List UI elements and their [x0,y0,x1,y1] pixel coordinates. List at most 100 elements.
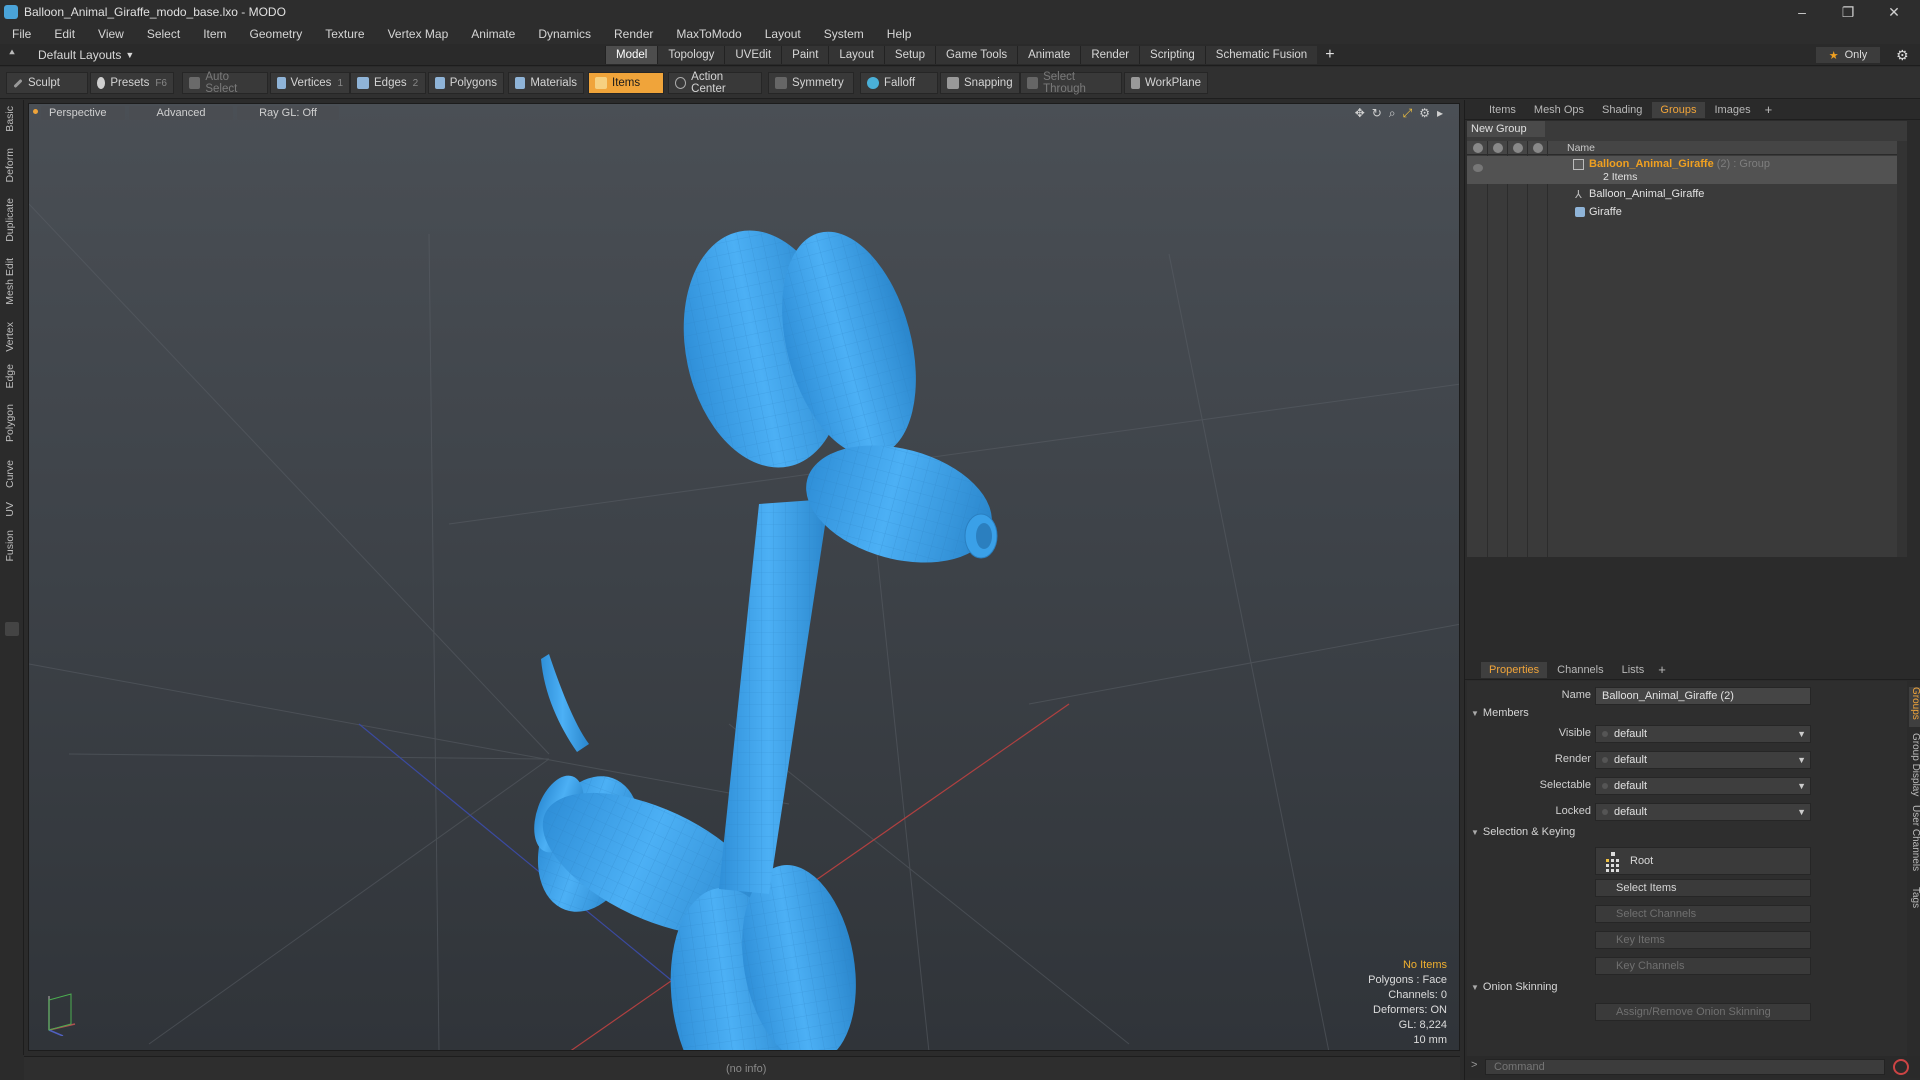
left-tab-edge[interactable]: Edge [4,364,20,389]
tab-items[interactable]: Items [1481,102,1524,118]
left-tab-uv[interactable]: UV [4,502,20,517]
maximize-button[interactable]: ❐ [1826,0,1870,24]
visibility-column-eye-icon[interactable] [1473,143,1483,153]
menu-edit[interactable]: Edit [54,27,75,41]
presets-button[interactable]: Presets F6 [90,72,174,94]
name-field[interactable]: Balloon_Animal_Giraffe (2) [1595,687,1811,705]
menu-dynamics[interactable]: Dynamics [538,27,591,41]
list-item[interactable]: ⅄ Balloon_Animal_Giraffe [1467,185,1907,203]
minimize-button[interactable]: – [1780,0,1824,24]
tab-scripting[interactable]: Scripting [1139,46,1205,64]
gear-icon[interactable]: ⚙ [1896,47,1909,64]
tab-images[interactable]: Images [1707,102,1759,118]
side-tab-group-display[interactable]: Group Display [1909,733,1920,796]
only-button[interactable]: ★ Only [1816,47,1880,63]
tab-groups[interactable]: Groups [1652,101,1705,118]
root-button[interactable]: Root [1595,847,1811,875]
key-channels-button[interactable]: Key Channels [1595,957,1811,975]
tab-paint[interactable]: Paint [781,46,829,64]
materials-button[interactable]: Materials [508,72,584,94]
layout-arrow-icon[interactable]: ⯅ [8,48,20,60]
tab-schematic-fusion[interactable]: Schematic Fusion [1204,46,1318,64]
members-section[interactable]: ▼ Members [1471,707,1529,719]
advanced-dropdown[interactable]: Advanced [129,106,233,120]
edges-button[interactable]: Edges 2 [350,72,426,94]
locked-dropdown[interactable]: default ▼ [1595,803,1811,821]
select-through-button[interactable]: Select Through [1020,71,1122,95]
menu-system[interactable]: System [824,27,864,41]
list-item[interactable]: Giraffe [1467,203,1907,221]
group-row-balloon-animal-giraffe[interactable]: Balloon_Animal_Giraffe (2) : Group 2 Ite… [1467,156,1907,184]
tab-setup[interactable]: Setup [883,46,935,64]
perspective-dropdown[interactable]: Perspective [41,106,125,120]
action-center-button[interactable]: Action Center [668,71,762,95]
eye-icon[interactable] [1473,164,1483,172]
tab-animate[interactable]: Animate [1017,46,1081,64]
assign-onion-skinning-button[interactable]: Assign/Remove Onion Skinning [1595,1003,1811,1021]
menu-item[interactable]: Item [203,27,226,41]
left-tab-deform[interactable]: Deform [4,148,20,182]
render-column-icon[interactable] [1493,143,1503,153]
rotate-view-icon[interactable]: ↻ [1372,106,1382,121]
balloon-giraffe-mesh[interactable] [520,215,1005,1051]
fit-view-icon[interactable]: ⤢ [1403,106,1413,121]
tab-properties[interactable]: Properties [1481,661,1548,678]
select-items-button[interactable]: Select Items [1595,879,1811,897]
menu-geometry[interactable]: Geometry [250,27,303,41]
tab-mesh-ops[interactable]: Mesh Ops [1526,102,1592,118]
tab-shading[interactable]: Shading [1594,102,1650,118]
add-panel-tab-icon[interactable]: + [1765,102,1773,117]
move-view-icon[interactable]: ✥ [1355,106,1365,121]
sculpt-button[interactable]: Sculpt [6,72,88,94]
onion-skinning-section[interactable]: ▼ Onion Skinning [1471,981,1558,993]
menu-file[interactable]: File [12,27,31,41]
polygons-button[interactable]: Polygons [428,72,504,94]
menu-texture[interactable]: Texture [325,27,364,41]
side-tab-user-channels[interactable]: User Channels [1909,805,1920,871]
groups-scrollbar[interactable] [1897,141,1907,557]
toggle-panel-icon[interactable] [5,622,19,636]
snapping-button[interactable]: Snapping [940,72,1020,94]
left-tab-duplicate[interactable]: Duplicate [4,198,20,242]
menu-layout[interactable]: Layout [765,27,801,41]
left-tab-curve[interactable]: Curve [4,460,20,488]
menu-help[interactable]: Help [887,27,912,41]
menu-select[interactable]: Select [147,27,180,41]
tab-layout[interactable]: Layout [828,46,884,64]
tab-uvedit[interactable]: UVEdit [724,46,782,64]
raygl-dropdown[interactable]: Ray GL: Off [237,106,339,120]
zoom-view-icon[interactable]: ⌕ [1389,106,1396,121]
menu-render[interactable]: Render [614,27,653,41]
key-items-button[interactable]: Key Items [1595,931,1811,949]
render-dropdown[interactable]: default ▼ [1595,751,1811,769]
left-tab-fusion[interactable]: Fusion [4,530,20,562]
tab-channels[interactable]: Channels [1549,662,1611,678]
selection-keying-section[interactable]: ▼ Selection & Keying [1471,826,1575,838]
select-column-icon[interactable] [1513,143,1523,153]
menu-view[interactable]: View [98,27,124,41]
items-button[interactable]: Items [588,72,664,94]
side-tab-groups[interactable]: Groups [1909,687,1920,727]
tab-topology[interactable]: Topology [657,46,725,64]
visible-dropdown[interactable]: default ▼ [1595,725,1811,743]
selectable-dropdown[interactable]: default ▼ [1595,777,1811,795]
viewport-expand-icon[interactable]: ▸ [1437,106,1443,121]
record-macro-icon[interactable] [1893,1059,1909,1075]
viewport-settings-icon[interactable]: ⚙ [1419,106,1430,121]
tab-render[interactable]: Render [1080,46,1140,64]
select-channels-button[interactable]: Select Channels [1595,905,1811,923]
layouts-dropdown[interactable]: Default Layouts ▼ [38,47,134,63]
new-group-button[interactable]: New Group [1467,121,1545,137]
close-button[interactable]: ✕ [1872,0,1916,24]
workplane-button[interactable]: WorkPlane [1124,72,1208,94]
side-tab-tags[interactable]: Tags [1909,887,1920,908]
lock-column-icon[interactable] [1533,143,1543,153]
add-tab-plus-icon[interactable]: + [1325,46,1334,64]
menu-vertex-map[interactable]: Vertex Map [388,27,449,41]
left-tab-vertex[interactable]: Vertex [4,322,20,352]
command-input[interactable] [1485,1059,1885,1075]
left-tab-basic[interactable]: Basic [4,106,20,132]
falloff-button[interactable]: Falloff [860,72,938,94]
auto-select-button[interactable]: Auto Select [182,71,268,95]
menu-maxtomodo[interactable]: MaxToModo [676,27,741,41]
